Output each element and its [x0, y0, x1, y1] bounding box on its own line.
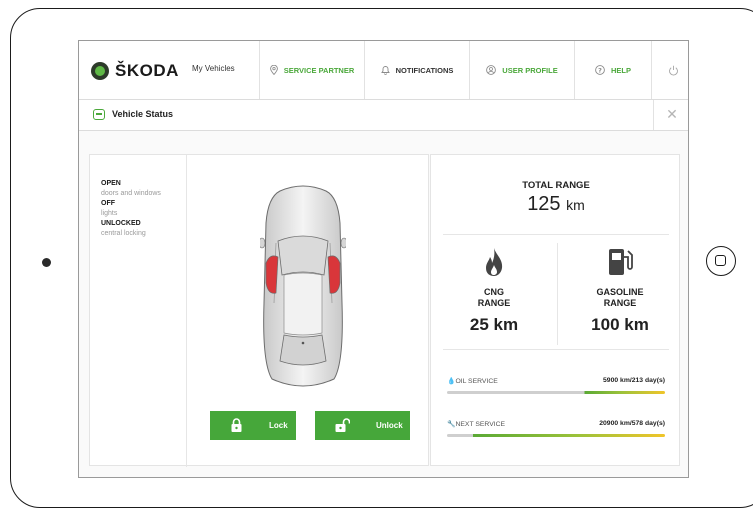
skoda-logo-icon: [91, 62, 109, 80]
panel-divider: [186, 155, 187, 467]
oil-service-label: OIL SERVICE: [455, 378, 498, 385]
cng-range-label: CNG RANGE: [431, 287, 557, 309]
cng-label-line2: RANGE: [477, 298, 511, 308]
unlock-button-label: Unlock: [376, 421, 403, 430]
nav-help-label: HELP: [610, 65, 631, 75]
brand-name: ŠKODA: [115, 61, 179, 80]
app-screen: ŠKODA My Vehicles SERVICE PARTNER NOTIFI…: [78, 40, 689, 478]
nav-service-partner-label: SERVICE PARTNER: [283, 65, 355, 75]
close-button[interactable]: ✕: [653, 100, 688, 130]
skoda-logo[interactable]: ŠKODA: [91, 61, 179, 81]
status-list: OPEN doors and windows OFF lights UNLOCK…: [101, 179, 161, 239]
car-top-view-image: [260, 185, 346, 387]
gasoline-range-value: 100 km: [591, 315, 649, 334]
locking-status: UNLOCKED: [101, 220, 141, 227]
gasoline-range: GASOLINE RANGE 100 km: [557, 247, 683, 335]
lock-button[interactable]: Lock: [210, 411, 296, 440]
range-panel: TOTAL RANGE 125 km CNG RANGE 25 km GASOL…: [430, 154, 680, 466]
logout-button[interactable]: [651, 41, 688, 99]
total-range-unit: km: [566, 197, 585, 213]
nav-notifications-label: NOTIFICATIONS: [395, 65, 454, 75]
doors-label: doors and windows: [101, 190, 161, 197]
home-button[interactable]: [706, 246, 736, 276]
gasoline-label-line1: GASOLINE: [596, 287, 644, 297]
cng-label-line1: CNG: [484, 287, 504, 297]
vehicle-status-panel: OPEN doors and windows OFF lights UNLOCK…: [89, 154, 429, 467]
nav-service-partner[interactable]: SERVICE PARTNER: [259, 41, 364, 99]
unlock-icon: [335, 418, 350, 432]
front-camera: [42, 258, 51, 267]
next-service: 🔧NEXT SERVICE 20900 km/578 day(s): [447, 420, 665, 437]
unlock-button[interactable]: Unlock: [315, 411, 410, 440]
cng-range: CNG RANGE 25 km: [431, 247, 557, 335]
nav-user-profile[interactable]: USER PROFILE: [469, 41, 574, 99]
divider: [443, 234, 669, 235]
help-icon: ?: [595, 65, 605, 75]
fuel-pump-icon: [609, 249, 633, 275]
home-icon: [715, 255, 726, 266]
total-range-label: TOTAL RANGE: [522, 180, 590, 191]
lights-status: OFF: [101, 200, 115, 207]
cng-range-value: 25 km: [469, 315, 519, 334]
bell-icon: [380, 66, 390, 75]
location-pin-icon: [269, 65, 278, 75]
next-service-name: 🔧NEXT SERVICE: [447, 420, 505, 428]
nav-menu: SERVICE PARTNER NOTIFICATIONS USER PROFI…: [259, 41, 688, 99]
next-service-value: 20900 km/578 day(s): [599, 420, 665, 427]
power-icon: [669, 65, 678, 75]
vehicle-status-header: Vehicle Status ✕: [79, 100, 688, 131]
locking-label: central locking: [101, 230, 146, 237]
oil-service-value: 5900 km/213 day(s): [603, 377, 665, 384]
total-range-number: 125: [527, 193, 561, 215]
nav-help[interactable]: ? HELP: [574, 41, 651, 99]
next-service-progress-bar: [447, 434, 665, 437]
oil-service: 💧OIL SERVICE 5900 km/213 day(s): [447, 377, 665, 394]
user-icon: [486, 65, 497, 75]
oil-service-name: 💧OIL SERVICE: [447, 377, 498, 385]
flame-icon: [486, 248, 503, 276]
lock-icon: [231, 418, 242, 432]
gasoline-label-line2: RANGE: [603, 298, 637, 308]
lock-button-label: Lock: [269, 421, 288, 430]
close-icon: ✕: [666, 106, 678, 122]
next-service-label: NEXT SERVICE: [455, 421, 506, 428]
divider: [443, 349, 669, 350]
svg-text:?: ?: [598, 66, 602, 74]
page-title: Vehicle Status: [112, 109, 174, 119]
nav-notifications[interactable]: NOTIFICATIONS: [364, 41, 469, 99]
lights-label: lights: [101, 210, 118, 217]
my-vehicles-link[interactable]: My Vehicles: [192, 64, 235, 73]
top-navigation: ŠKODA My Vehicles SERVICE PARTNER NOTIFI…: [79, 41, 688, 100]
doors-status: OPEN: [101, 180, 121, 187]
nav-user-profile-label: USER PROFILE: [502, 65, 558, 75]
gasoline-range-label: GASOLINE RANGE: [557, 287, 683, 309]
oil-service-progress-bar: [447, 391, 665, 394]
total-range-value: 125 km: [431, 193, 681, 216]
car-front-icon: [93, 109, 105, 120]
